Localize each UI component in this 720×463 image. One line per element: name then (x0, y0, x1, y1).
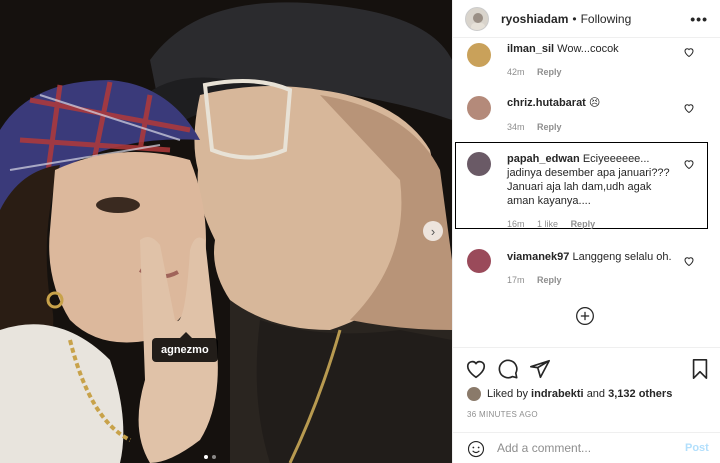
reply-button[interactable]: Reply (537, 122, 562, 132)
next-photo-button[interactable]: › (423, 221, 443, 241)
likes-joiner: and (586, 388, 606, 400)
comment-age: 16m (507, 219, 525, 229)
comment-text: chriz.hutabarat 😣 (507, 96, 677, 110)
post-timestamp[interactable]: 36 MINUTES AGO (467, 410, 538, 419)
likes-others-link[interactable]: 3,132 others (608, 388, 672, 400)
carousel-dot-1 (204, 455, 208, 459)
likes-prefix: Liked by (487, 388, 528, 400)
comment-message: Wow...cocok (557, 43, 619, 55)
comment-heart-icon[interactable] (683, 46, 695, 58)
comment-age: 17m (507, 275, 525, 285)
user-tag[interactable]: agnezmo (152, 332, 218, 362)
post-photo[interactable]: › agnezmo (0, 0, 452, 463)
likes-summary: Liked by indrabekti and 3,132 others (467, 387, 672, 401)
plus-circle-icon[interactable] (575, 306, 595, 326)
liker-username[interactable]: indrabekti (531, 388, 584, 400)
comment-username[interactable]: viamanek97 (507, 251, 569, 263)
following-button[interactable]: Following (581, 12, 632, 26)
reply-button[interactable]: Reply (537, 67, 562, 77)
send-icon[interactable] (529, 358, 551, 380)
comment-username[interactable]: papah_edwan (507, 153, 580, 165)
author-avatar[interactable] (465, 6, 489, 31)
instagram-post-modal: › agnezmo ryoshiadam • Following ••• ilm (0, 0, 720, 463)
comment-meta: 16m 1 like Reply (507, 219, 605, 229)
comment-avatar[interactable] (467, 43, 491, 67)
post-comment-button[interactable]: Post (685, 442, 709, 454)
header-separator: • (572, 11, 577, 26)
comment-meta: 42m Reply (507, 67, 572, 77)
comment-username[interactable]: chriz.hutabarat (507, 97, 586, 109)
carousel-indicator (204, 455, 216, 459)
more-horizontal-icon[interactable]: ••• (690, 11, 708, 27)
carousel-dot-2 (212, 455, 216, 459)
comment-meta: 17m Reply (507, 275, 572, 285)
liker-avatar[interactable] (467, 387, 481, 401)
comment-meta: 34m Reply (507, 122, 572, 132)
chevron-right-icon: › (430, 223, 436, 239)
comment-age: 42m (507, 67, 525, 77)
comment-text: viamanek97 Langgeng selalu oh. (507, 250, 677, 264)
comment-avatar[interactable] (467, 152, 491, 176)
comment-heart-icon[interactable] (683, 102, 695, 114)
comment-avatar[interactable] (467, 96, 491, 120)
photo-illustration (0, 0, 452, 463)
comment-icon[interactable] (497, 358, 519, 380)
heart-icon[interactable] (465, 358, 487, 380)
post-header: ryoshiadam • Following ••• (453, 0, 720, 38)
author-username[interactable]: ryoshiadam (501, 12, 568, 26)
comment-likes[interactable]: 1 like (537, 219, 558, 229)
add-comment-bar: Post (453, 432, 720, 463)
comment-text: papah_edwan Eciyeeeeee... jadinya desemb… (507, 152, 677, 208)
comment-list[interactable]: ilman_sil Wow...cocok 42m Reply chriz.hu… (453, 38, 720, 347)
comment-age: 34m (507, 122, 525, 132)
user-tag-label: agnezmo (161, 344, 209, 356)
comment-message: Langgeng selalu oh. (572, 251, 672, 263)
reply-button[interactable]: Reply (571, 219, 596, 229)
emoji-icon[interactable] (467, 440, 485, 458)
comment-avatar[interactable] (467, 249, 491, 273)
comment-username[interactable]: ilman_sil (507, 43, 554, 55)
reply-button[interactable]: Reply (537, 275, 562, 285)
post-actions: Liked by indrabekti and 3,132 others 36 … (453, 347, 720, 463)
comment-message: 😣 (588, 97, 601, 109)
comment-text: ilman_sil Wow...cocok (507, 42, 677, 56)
add-comment-input[interactable] (497, 441, 667, 455)
bookmark-icon[interactable] (689, 358, 711, 380)
post-side-panel: ryoshiadam • Following ••• ilman_sil Wow… (452, 0, 720, 463)
comment-heart-icon[interactable] (683, 158, 695, 170)
comment-heart-icon[interactable] (683, 255, 695, 267)
